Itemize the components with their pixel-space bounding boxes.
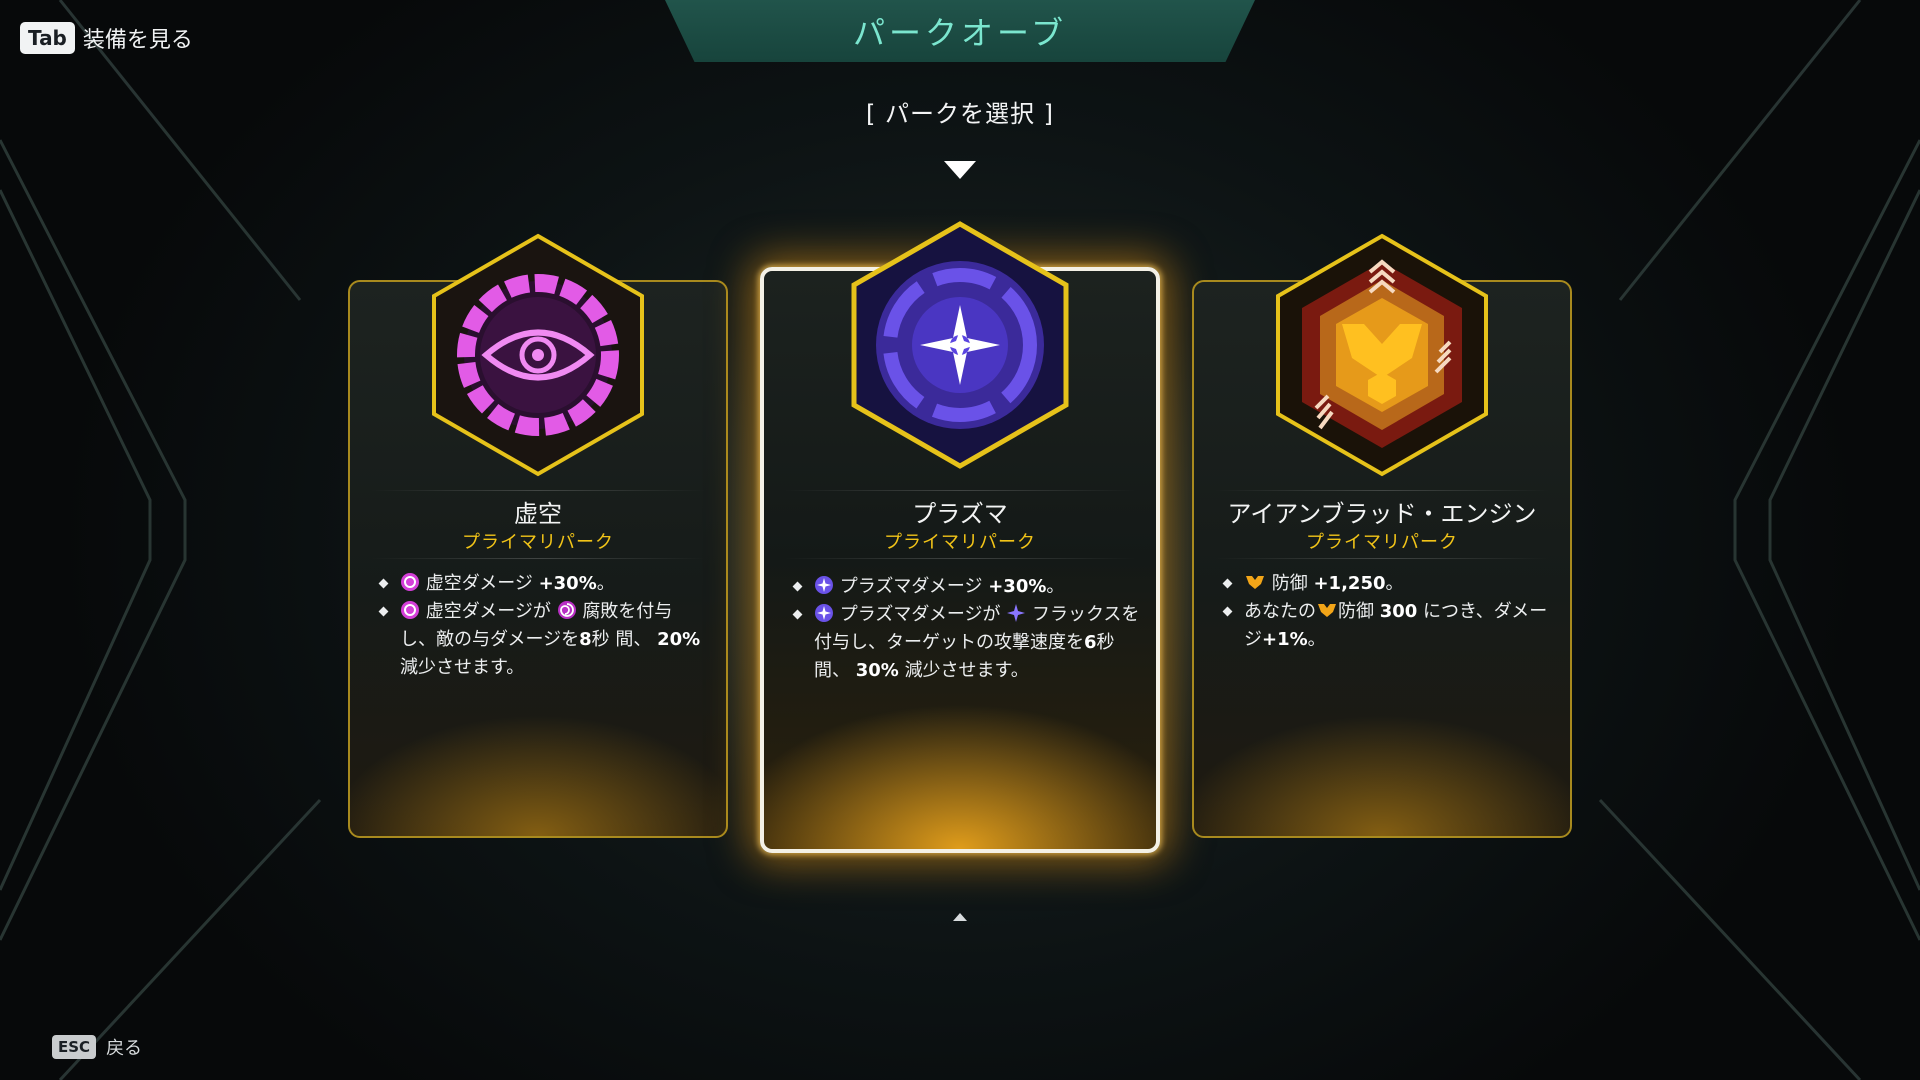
perk-name: アイアンブラッド・エンジン — [1227, 500, 1537, 528]
esc-key[interactable]: ESC — [52, 1035, 97, 1059]
card-divider — [370, 558, 706, 559]
void-eye-icon — [432, 233, 644, 477]
perk-type: プライマリパーク — [462, 532, 614, 553]
selection-down-arrow-icon — [944, 161, 976, 179]
ironblood-engine-icon — [1276, 233, 1488, 477]
plasma-damage-icon — [815, 576, 833, 594]
perk-description: 虚空ダメージ +30%。 虚空ダメージが 腐敗を付与し、敵の与ダメージを8秒 間… — [378, 570, 706, 682]
perk-effect-line: 虚空ダメージ +30%。 — [378, 570, 706, 598]
card-divider — [1214, 558, 1550, 559]
perk-name: 虚空 — [514, 500, 562, 528]
perk-name: プラズマ — [912, 500, 1008, 528]
void-damage-icon — [401, 573, 419, 591]
void-damage-icon — [401, 601, 419, 619]
perk-effect-line: 防御 +1,250。 — [1222, 570, 1550, 598]
plasma-star-icon — [851, 221, 1069, 469]
defense-icon — [1318, 604, 1336, 617]
card-divider — [370, 490, 706, 491]
page-title: パークオーブ — [852, 14, 1068, 52]
esc-back-hint[interactable]: ESC 戻る — [52, 1034, 142, 1060]
perk-description: 防御 +1,250。 あなたの 防御 300 につき、ダメージ+1%。 — [1222, 570, 1550, 654]
defense-icon — [1246, 576, 1264, 589]
tab-equipment-hint[interactable]: Tab 装備を見る — [20, 22, 193, 54]
perk-effect-line: 虚空ダメージが 腐敗を付与し、敵の与ダメージを8秒 間、 20% 減少させます。 — [378, 598, 706, 682]
select-perk-label: [ パークを選択 ] — [866, 100, 1054, 128]
title-banner: パークオーブ — [665, 0, 1255, 62]
perk-type: プライマリパーク — [884, 532, 1036, 553]
perk-effect-line: プラズマダメージが フラックスを付与し、ターゲットの攻撃速度を6秒 間、 30%… — [792, 601, 1140, 685]
perk-type: プライマリパーク — [1306, 532, 1458, 553]
plasma-damage-icon — [815, 604, 833, 622]
card-divider — [1214, 490, 1550, 491]
flux-icon — [1007, 604, 1026, 622]
selection-up-arrow-icon — [953, 913, 967, 921]
perk-description: プラズマダメージ +30%。 プラズマダメージが フラックスを付与し、ターゲット… — [792, 573, 1140, 685]
decay-icon — [557, 601, 576, 619]
back-label: 戻る — [106, 1038, 143, 1059]
tab-hint-label: 装備を見る — [82, 28, 193, 53]
card-divider — [784, 558, 1136, 559]
perk-effect-line: プラズマダメージ +30%。 — [792, 573, 1140, 601]
card-divider — [784, 490, 1136, 491]
tab-key[interactable]: Tab — [20, 22, 75, 54]
perk-effect-line: あなたの 防御 300 につき、ダメージ+1%。 — [1222, 598, 1550, 654]
